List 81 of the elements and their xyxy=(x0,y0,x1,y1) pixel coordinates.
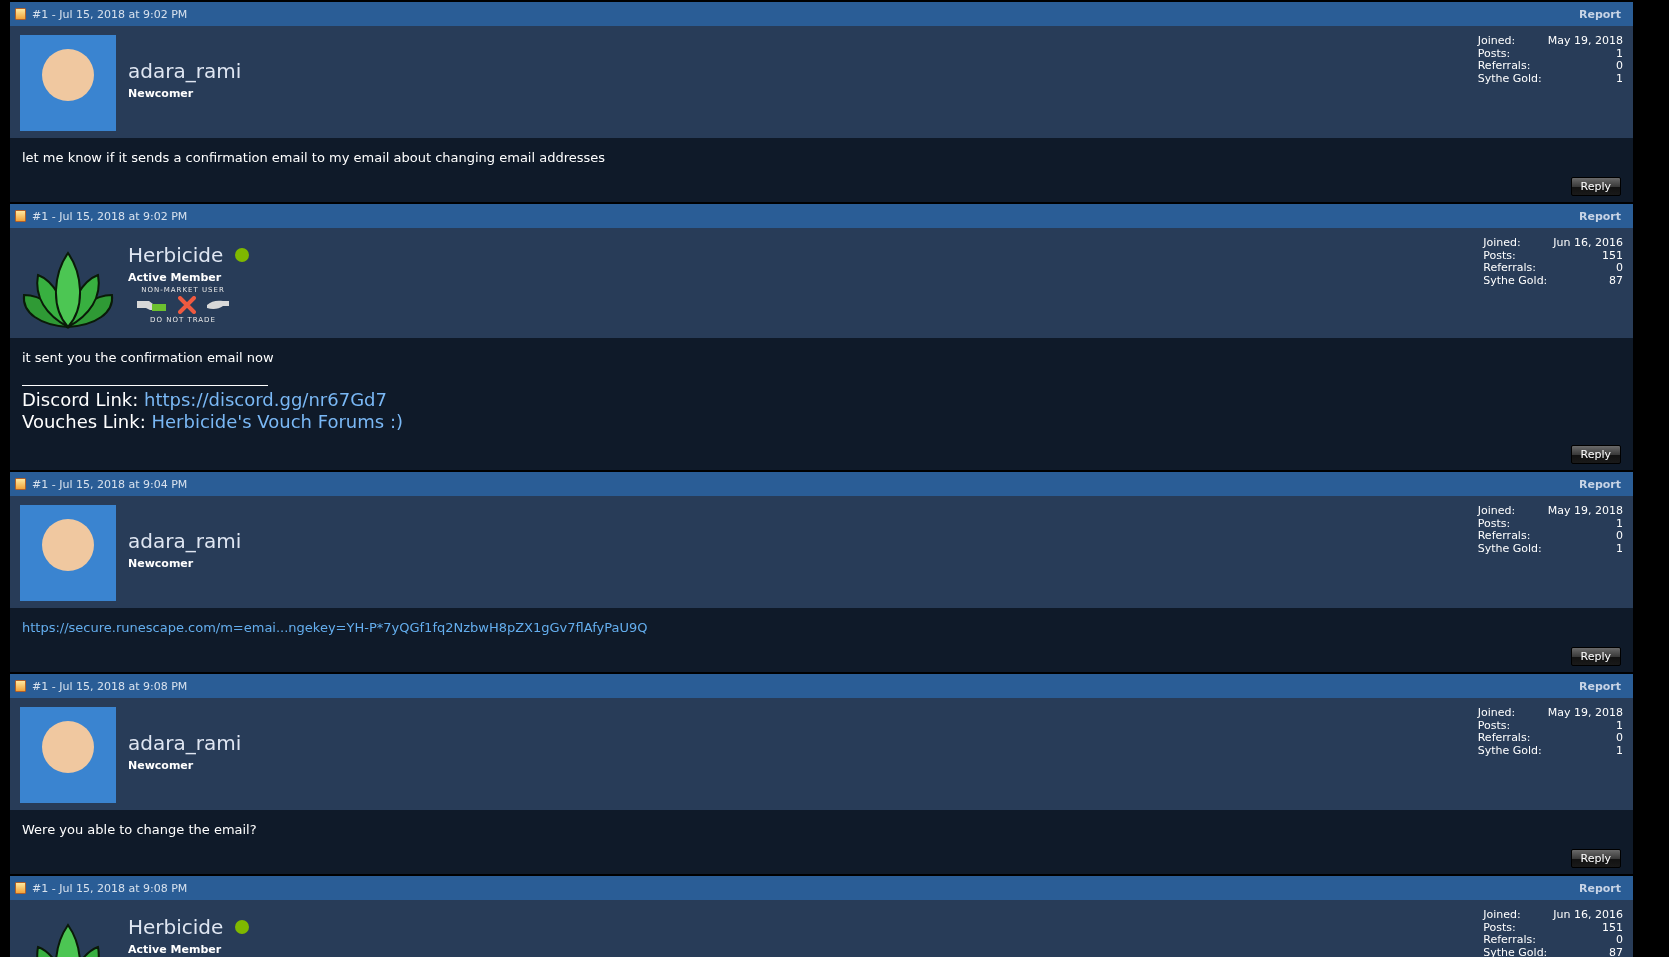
hand-icon xyxy=(206,299,230,311)
post-link[interactable]: https://secure.runescape.com/m=emai...ngekey=YH-P*7yQGf1fq2NzbwH8pZX1gGv7flAfyPaU9Q xyxy=(22,620,1621,635)
report-link[interactable]: Report xyxy=(1578,679,1621,693)
stat-label: Posts: xyxy=(1477,517,1512,530)
post-icon xyxy=(15,478,26,490)
user-rank: Active Member xyxy=(128,943,223,956)
stat-label: Joined: xyxy=(1483,237,1522,250)
username[interactable]: Herbicide xyxy=(128,915,224,939)
reply-button[interactable]: Reply xyxy=(1570,849,1621,868)
username[interactable]: Herbicide xyxy=(128,243,224,267)
stat-value: Jun 16, 2016 xyxy=(1553,909,1623,922)
user-rank: Active Member xyxy=(128,271,223,284)
cross-icon xyxy=(178,296,196,314)
stat-label: Joined: xyxy=(1483,909,1522,922)
stat-value: 0 xyxy=(1615,934,1623,947)
stat-value: 0 xyxy=(1615,262,1623,275)
post-icon xyxy=(15,680,26,692)
stat-value: 0 xyxy=(1615,530,1623,543)
post-text: let me know if it sends a confirmation email to my email about changing email addresses xyxy=(22,150,607,165)
stat-label: Posts: xyxy=(1477,719,1512,732)
stat-value: 1 xyxy=(1615,719,1623,732)
stat-value: 87 xyxy=(1608,946,1623,957)
signature-line: Discord Link: https://discord.gg/nr67Gd7 xyxy=(22,389,388,411)
username[interactable]: adara_rami xyxy=(128,59,242,83)
stat-label: Referrals: xyxy=(1483,262,1537,275)
username[interactable]: adara_rami xyxy=(128,529,242,553)
post-meta: #1 - Jul 15, 2018 at 9:08 PM xyxy=(32,679,189,693)
stat-label: Referrals: xyxy=(1477,60,1532,73)
stat-value: 0 xyxy=(1615,732,1623,745)
user-rank: Newcomer xyxy=(128,87,195,100)
stat-label: Joined: xyxy=(1477,505,1517,518)
stat-label: Referrals: xyxy=(1483,934,1537,947)
report-link[interactable]: Report xyxy=(1578,477,1621,491)
stat-value: May 19, 2018 xyxy=(1547,505,1623,518)
signature-link[interactable]: Herbicide's Vouch Forums :) xyxy=(151,411,403,432)
stat-label: Joined: xyxy=(1477,35,1517,48)
reply-button[interactable]: Reply xyxy=(1570,445,1621,464)
post-text: it sent you the confirmation email now xyxy=(22,350,275,365)
user-rank: Newcomer xyxy=(128,557,195,570)
stat-label: Posts: xyxy=(1477,47,1512,60)
stat-value: 87 xyxy=(1608,274,1623,287)
post-meta: #1 - Jul 15, 2018 at 9:02 PM xyxy=(32,7,189,21)
stat-value: May 19, 2018 xyxy=(1547,707,1623,720)
post-meta: #1 - Jul 15, 2018 at 9:02 PM xyxy=(32,209,189,223)
stat-label: Posts: xyxy=(1483,921,1517,934)
reply-button[interactable]: Reply xyxy=(1570,177,1621,196)
stat-value: 1 xyxy=(1615,542,1623,555)
stat-value: 1 xyxy=(1615,47,1623,60)
report-link[interactable]: Report xyxy=(1578,7,1621,21)
stat-label: Sythe Gold: xyxy=(1483,274,1548,287)
stat-value: 1 xyxy=(1615,72,1623,85)
stat-value: 151 xyxy=(1601,921,1623,934)
stat-label: Sythe Gold: xyxy=(1483,946,1548,957)
post-icon xyxy=(15,8,26,20)
stat-value: May 19, 2018 xyxy=(1547,35,1623,48)
signature-line: Vouches Link: Herbicide's Vouch Forums :) xyxy=(22,411,404,433)
post-icon xyxy=(15,882,26,894)
stat-label: Sythe Gold: xyxy=(1477,72,1542,85)
stat-label: Joined: xyxy=(1477,707,1517,720)
post-icon xyxy=(15,210,26,222)
signature-link[interactable]: https://discord.gg/nr67Gd7 xyxy=(144,389,387,410)
username[interactable]: adara_rami xyxy=(128,731,242,755)
user-rank: Newcomer xyxy=(128,759,195,772)
stat-value: 0 xyxy=(1615,60,1623,73)
report-link[interactable]: Report xyxy=(1578,209,1621,223)
stat-value: 1 xyxy=(1615,517,1623,530)
stat-value: 1 xyxy=(1615,744,1623,757)
post-text: Were you able to change the email? xyxy=(22,822,258,837)
post-meta: #1 - Jul 15, 2018 at 9:08 PM xyxy=(32,881,189,895)
leaf-avatar-icon xyxy=(20,251,116,331)
reply-button[interactable]: Reply xyxy=(1570,647,1621,666)
stat-label: Sythe Gold: xyxy=(1477,542,1542,555)
stat-value: Jun 16, 2016 xyxy=(1553,237,1623,250)
stat-value: 151 xyxy=(1601,249,1623,262)
report-link[interactable]: Report xyxy=(1578,881,1621,895)
stat-label: Referrals: xyxy=(1477,530,1532,543)
stat-label: Referrals: xyxy=(1477,732,1532,745)
stat-label: Posts: xyxy=(1483,249,1517,262)
post-meta: #1 - Jul 15, 2018 at 9:04 PM xyxy=(32,477,189,491)
hand-money-icon xyxy=(136,298,168,312)
stat-label: Sythe Gold: xyxy=(1477,744,1542,757)
